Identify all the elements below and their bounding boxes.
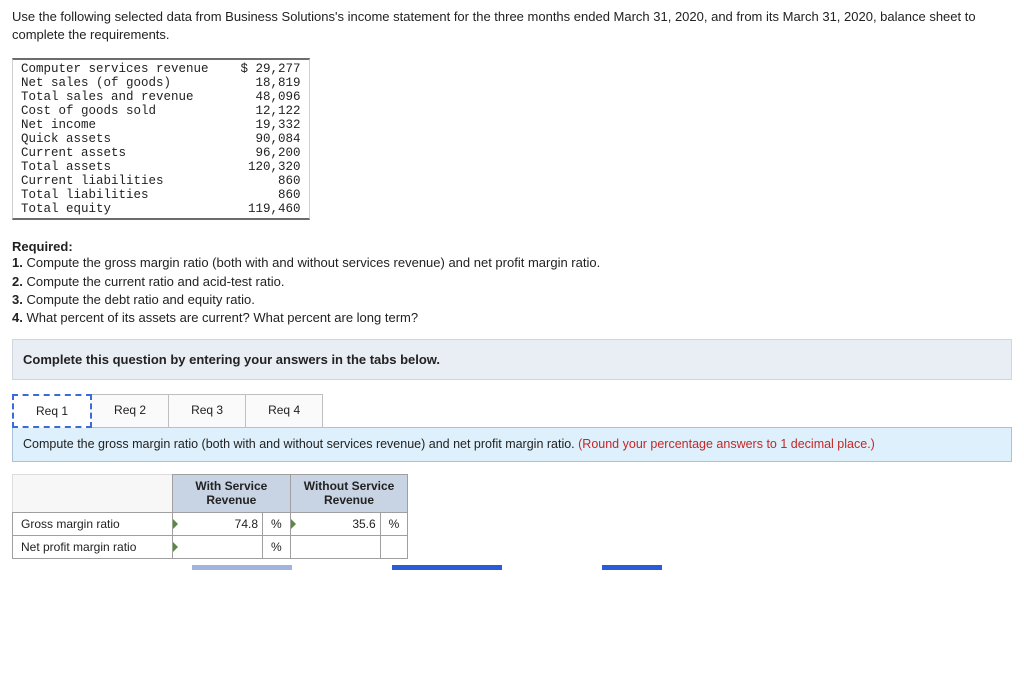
col-header-with-service: With Service Revenue: [173, 475, 291, 513]
footer-decoration: [12, 565, 1012, 570]
input-net-profit-with[interactable]: [173, 535, 263, 558]
instruction-banner: Complete this question by entering your …: [12, 339, 1012, 380]
required-item: 2. Compute the current ratio and acid-te…: [12, 273, 1012, 291]
data-label: Current assets: [13, 146, 217, 160]
col-header-without-service: Without Service Revenue: [290, 475, 408, 513]
tab-req-1[interactable]: Req 1: [12, 394, 92, 428]
unit-blank: [380, 535, 408, 558]
required-heading: Required:: [12, 239, 1012, 254]
data-value: 119,460: [217, 202, 309, 216]
unit-percent: %: [263, 512, 291, 535]
tab-req-3[interactable]: Req 3: [168, 394, 246, 428]
data-label: Total liabilities: [13, 188, 217, 202]
data-value: 90,084: [217, 132, 309, 146]
tab-strip: Req 1 Req 2 Req 3 Req 4: [12, 394, 1012, 428]
data-value: $ 29,277: [217, 62, 309, 76]
financial-data-table: Computer services revenue$ 29,277Net sal…: [12, 58, 310, 220]
data-value: 96,200: [217, 146, 309, 160]
data-label: Quick assets: [13, 132, 217, 146]
required-item: 3. Compute the debt ratio and equity rat…: [12, 291, 1012, 309]
answer-table: With Service Revenue Without Service Rev…: [12, 474, 408, 559]
data-label: Current liabilities: [13, 174, 217, 188]
data-value: 19,332: [217, 118, 309, 132]
data-value: 860: [217, 174, 309, 188]
unit-percent: %: [380, 512, 408, 535]
row-label-net-profit: Net profit margin ratio: [13, 535, 173, 558]
data-label: Net income: [13, 118, 217, 132]
data-label: Computer services revenue: [13, 62, 217, 76]
data-label: Total assets: [13, 160, 217, 174]
required-item: 1. Compute the gross margin ratio (both …: [12, 254, 1012, 272]
field-notch-icon: [173, 542, 178, 552]
tab-req-4[interactable]: Req 4: [245, 394, 323, 428]
data-value: 860: [217, 188, 309, 202]
field-notch-icon: [173, 519, 178, 529]
data-value: 120,320: [217, 160, 309, 174]
row-label-gross-margin: Gross margin ratio: [13, 512, 173, 535]
unit-percent: %: [263, 535, 291, 558]
data-label: Total equity: [13, 202, 217, 216]
required-item: 4. What percent of its assets are curren…: [12, 309, 1012, 327]
input-gross-margin-without[interactable]: 35.6: [290, 512, 380, 535]
data-value: 48,096: [217, 90, 309, 104]
tab-req-2[interactable]: Req 2: [91, 394, 169, 428]
data-label: Net sales (of goods): [13, 76, 217, 90]
input-net-profit-without[interactable]: [290, 535, 380, 558]
data-value: 18,819: [217, 76, 309, 90]
tab-content-prompt: Compute the gross margin ratio (both wit…: [12, 427, 1012, 462]
data-label: Total sales and revenue: [13, 90, 217, 104]
intro-text: Use the following selected data from Bus…: [12, 8, 1012, 44]
data-label: Cost of goods sold: [13, 104, 217, 118]
required-list: 1. Compute the gross margin ratio (both …: [12, 254, 1012, 327]
input-gross-margin-with[interactable]: 74.8: [173, 512, 263, 535]
field-notch-icon: [291, 519, 296, 529]
corner-cell: [13, 475, 173, 513]
data-value: 12,122: [217, 104, 309, 118]
